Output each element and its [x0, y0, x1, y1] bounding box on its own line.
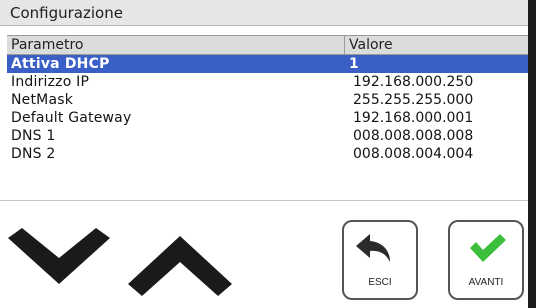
row-name: NetMask — [11, 92, 74, 108]
config-screen: Configurazione Parametro Valore Attiva D… — [0, 0, 536, 308]
window-title: Configurazione — [10, 4, 123, 22]
parameter-table: Parametro Valore Attiva DHCP 1 Indirizzo… — [7, 35, 528, 163]
scroll-down-button[interactable] — [8, 228, 110, 284]
chevron-up-icon — [128, 236, 232, 296]
column-header-parameter: Parametro — [11, 37, 84, 53]
column-header-value: Valore — [349, 37, 393, 53]
esci-label: ESCI — [368, 277, 392, 288]
row-name: Indirizzo IP — [11, 74, 90, 90]
row-name: DNS 1 — [11, 128, 56, 144]
avanti-button[interactable]: AVANTI — [448, 220, 524, 300]
esci-button[interactable]: ESCI — [342, 220, 418, 300]
chevron-down-icon — [8, 228, 110, 284]
row-name: DNS 2 — [11, 146, 56, 162]
avanti-label: AVANTI — [468, 277, 504, 288]
column-separator — [344, 36, 345, 54]
table-header: Parametro Valore — [7, 35, 528, 55]
scroll-up-button[interactable] — [128, 236, 232, 296]
row-value: 008.008.004.004 — [353, 146, 474, 162]
title-bar: Configurazione — [0, 0, 528, 26]
table-row-dns-2[interactable]: DNS 2 008.008.004.004 — [7, 145, 528, 163]
back-arrow-icon — [356, 234, 390, 262]
row-value: 1 — [349, 56, 359, 72]
divider — [0, 200, 528, 201]
table-row-indirizzo-ip[interactable]: Indirizzo IP 192.168.000.250 — [7, 73, 528, 91]
row-name: Attiva DHCP — [11, 56, 110, 72]
row-value: 192.168.000.250 — [353, 74, 474, 90]
table-row-netmask[interactable]: NetMask 255.255.255.000 — [7, 91, 528, 109]
row-value: 255.255.255.000 — [353, 92, 474, 108]
checkmark-icon — [470, 234, 506, 262]
screen-bezel — [528, 0, 536, 308]
table-row-attiva-dhcp[interactable]: Attiva DHCP 1 — [7, 55, 528, 73]
row-name: Default Gateway — [11, 110, 132, 126]
row-value: 008.008.008.008 — [353, 128, 474, 144]
row-value: 192.168.000.001 — [353, 110, 474, 126]
table-row-dns-1[interactable]: DNS 1 008.008.008.008 — [7, 127, 528, 145]
table-row-default-gateway[interactable]: Default Gateway 192.168.000.001 — [7, 109, 528, 127]
